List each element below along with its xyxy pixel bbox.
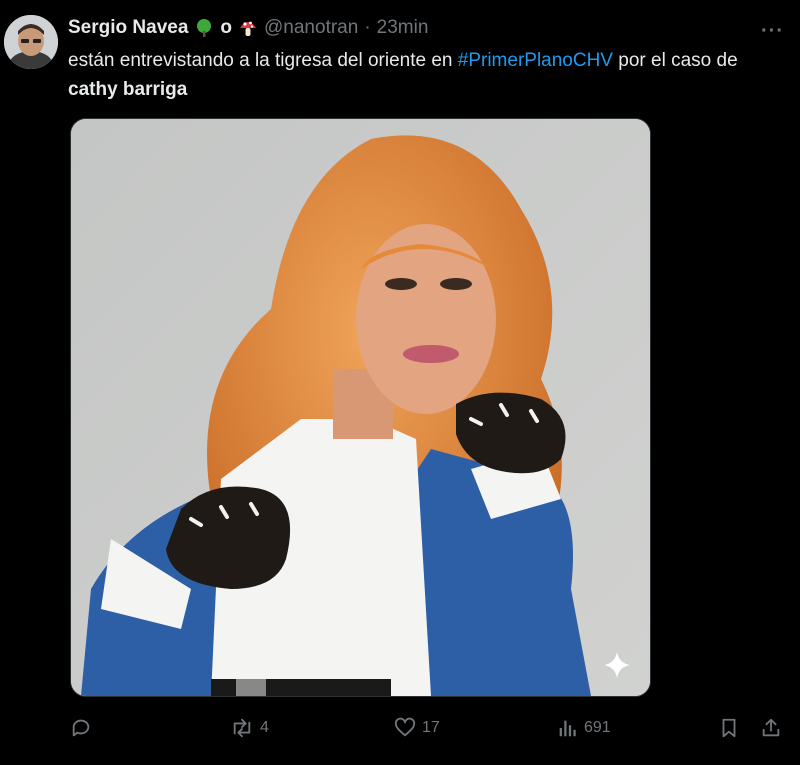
views-icon xyxy=(559,720,576,737)
text-part-2: por el caso de xyxy=(613,50,738,71)
views-button[interactable]: 691 xyxy=(556,708,611,748)
retweet-button[interactable]: 4 xyxy=(230,708,269,748)
tweet-text: están entrevistando a la tigresa del ori… xyxy=(68,46,768,104)
heart-icon xyxy=(394,717,416,737)
text-part-1: están entrevistando a la tigresa del ori… xyxy=(68,50,458,71)
mushroom-emoji xyxy=(238,18,258,38)
avatar[interactable] xyxy=(4,15,58,69)
tweet-photo[interactable] xyxy=(70,118,651,697)
tweet-actions: 4 17 691 xyxy=(0,708,800,748)
hashtag-link[interactable]: #PrimerPlanoCHV xyxy=(458,50,613,71)
like-count: 17 xyxy=(422,719,440,736)
photo-illustration xyxy=(71,119,650,696)
bold-text: cathy barriga xyxy=(68,79,188,100)
reply-icon xyxy=(72,719,90,737)
bookmark-icon xyxy=(722,718,736,738)
share-icon xyxy=(762,718,780,737)
retweet-count: 4 xyxy=(260,719,269,736)
more-options-icon[interactable]: ··· xyxy=(761,20,784,43)
retweet-icon xyxy=(233,718,251,738)
tree-emoji xyxy=(194,18,214,38)
reply-button[interactable] xyxy=(70,708,98,748)
separator-dot: · xyxy=(364,17,371,38)
avatar-photo xyxy=(4,15,58,69)
author-handle[interactable]: @nanotran xyxy=(264,17,358,39)
tweet-header: Sergio Navea o @nanotran · 23min xyxy=(68,14,428,42)
timestamp[interactable]: 23min xyxy=(377,17,429,39)
author-name[interactable]: Sergio Navea xyxy=(68,17,188,39)
name-separator: o xyxy=(220,17,233,38)
bookmark-button[interactable] xyxy=(718,708,740,748)
share-button[interactable] xyxy=(760,708,782,748)
like-button[interactable]: 17 xyxy=(394,708,440,748)
views-count: 691 xyxy=(584,719,611,736)
sparkle-icon xyxy=(604,652,630,678)
